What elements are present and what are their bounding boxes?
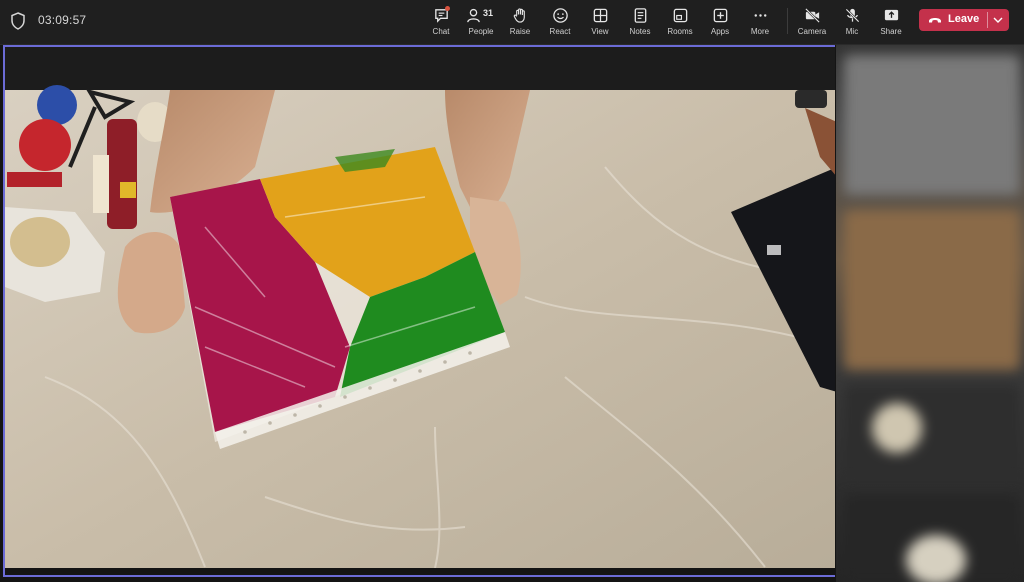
- hangup-icon: [929, 18, 941, 23]
- plus-icon: [713, 8, 727, 23]
- avatar: [906, 535, 966, 582]
- react-label: React: [549, 27, 571, 36]
- raise-hand-button[interactable]: Raise: [500, 5, 540, 41]
- grid-icon: [593, 8, 607, 23]
- avatar: [872, 403, 922, 453]
- camera-button[interactable]: Camera: [792, 5, 832, 41]
- leave-button[interactable]: Leave: [919, 9, 987, 31]
- raise-label: Raise: [509, 27, 531, 36]
- apps-button[interactable]: Apps: [700, 5, 740, 41]
- shield-icon[interactable]: [10, 12, 26, 30]
- video-letterbox-bottom: [5, 568, 835, 575]
- red-ball: [19, 119, 71, 171]
- participant-tile[interactable]: [844, 495, 1020, 582]
- notes-icon: [634, 8, 646, 23]
- view-label: View: [591, 27, 609, 36]
- share-button[interactable]: Share: [871, 5, 911, 41]
- mic-label: Mic: [845, 27, 859, 36]
- unread-dot: [445, 6, 450, 11]
- notes-button[interactable]: Notes: [620, 5, 660, 41]
- rooms-button[interactable]: Rooms: [660, 5, 700, 41]
- toolbar-divider: [787, 8, 788, 34]
- chat-label: Chat: [432, 27, 450, 36]
- tube-label: [120, 182, 136, 198]
- video-content: [5, 47, 835, 575]
- chevron-down-icon: [993, 17, 1003, 23]
- rooms-label: Rooms: [667, 27, 693, 36]
- leave-label: Leave: [948, 13, 980, 25]
- react-button[interactable]: React: [540, 5, 580, 41]
- participant-tile[interactable]: [844, 385, 1020, 480]
- hand-icon: [513, 8, 525, 23]
- leave-control: Leave: [919, 9, 1009, 31]
- share-icon: [884, 9, 898, 21]
- shared-video-feed[interactable]: [3, 45, 835, 577]
- chat-button[interactable]: Chat: [421, 5, 461, 41]
- paint-tube-white: [93, 155, 109, 213]
- leave-options-button[interactable]: [988, 9, 1009, 31]
- people-count: 31: [483, 8, 494, 18]
- rooms-icon: [673, 8, 687, 23]
- view-button[interactable]: View: [580, 5, 620, 41]
- blue-ball: [37, 85, 77, 125]
- participant-panel: [836, 45, 1024, 582]
- mic-off-icon: [845, 8, 859, 23]
- notes-label: Notes: [629, 27, 651, 36]
- participant-tile[interactable]: [844, 55, 1020, 195]
- ellipsis-icon: [754, 14, 766, 17]
- video-letterbox-top: [5, 47, 835, 90]
- mic-button[interactable]: Mic: [832, 5, 872, 41]
- left-hand: [117, 232, 185, 334]
- people-button[interactable]: 31 People: [461, 5, 501, 41]
- bag-contents: [10, 217, 70, 267]
- smiley-icon: [552, 8, 568, 23]
- more-button[interactable]: More: [740, 5, 780, 41]
- red-object: [7, 172, 62, 187]
- people-icon: [467, 8, 480, 23]
- people-label: People: [468, 27, 494, 36]
- camera-label: Camera: [797, 27, 827, 36]
- meeting-toolbar: 03:09:57 Chat 31 People Raise React View…: [0, 0, 1024, 45]
- meeting-stage: [0, 45, 1024, 582]
- participant-tile[interactable]: [844, 210, 1020, 370]
- wristwatch: [795, 90, 827, 108]
- share-label: Share: [880, 27, 902, 36]
- camera-off-icon: [804, 8, 820, 23]
- paint-tube-red: [107, 119, 137, 229]
- more-label: More: [750, 27, 770, 36]
- laptop-logo: [767, 245, 781, 255]
- apps-label: Apps: [710, 27, 730, 36]
- meeting-timer: 03:09:57: [38, 13, 87, 27]
